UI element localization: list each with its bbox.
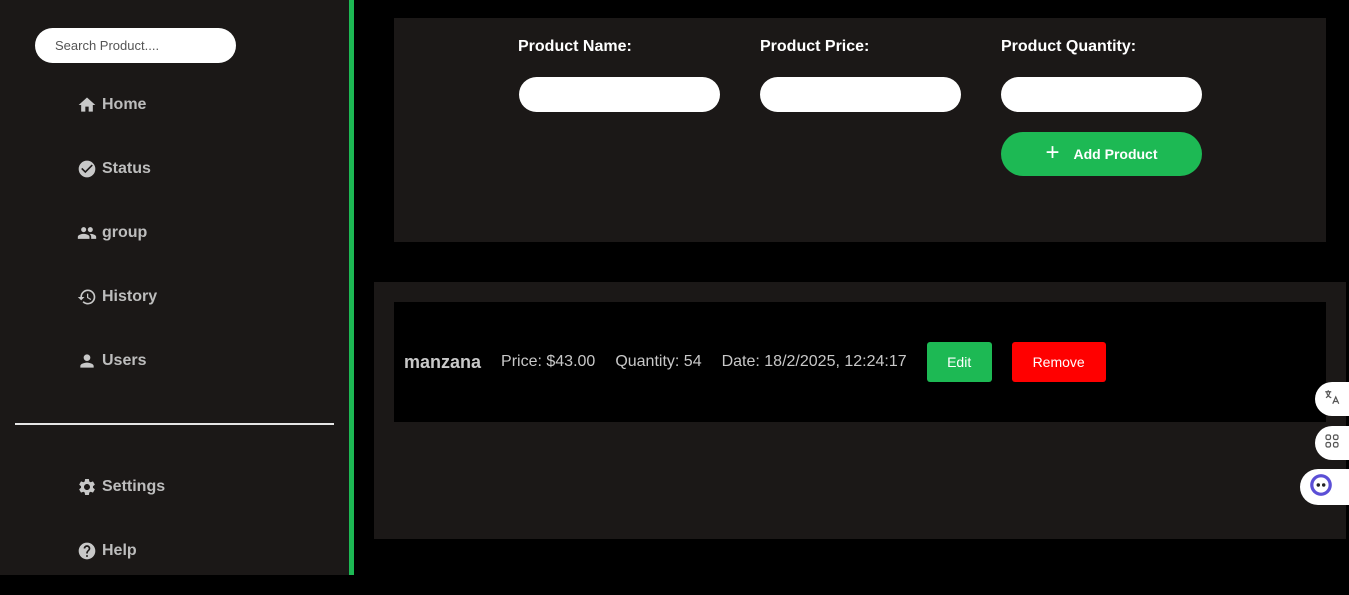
sidebar-item-home[interactable]: Home (76, 92, 146, 118)
check-circle-icon (76, 159, 97, 180)
translate-widget[interactable] (1315, 382, 1349, 416)
sidebar-item-users[interactable]: Users (76, 348, 146, 374)
add-product-form: Product Name: Product Price: Product Qua… (394, 18, 1326, 242)
sidebar-item-label: Users (102, 352, 147, 369)
product-quantity: Quantity: 54 (615, 353, 702, 370)
assistant-icon (1308, 472, 1334, 503)
product-price-input[interactable] (760, 77, 961, 112)
gear-icon (76, 477, 97, 498)
product-list: manzana Price: $43.00 Quantity: 54 Date:… (374, 282, 1346, 539)
sidebar-divider (15, 423, 334, 425)
product-name-label: Product Name: (518, 38, 632, 55)
sidebar-accent-border (349, 0, 354, 575)
edit-button[interactable]: Edit (926, 342, 992, 382)
product-price-label: Product Price: (760, 38, 870, 55)
sidebar-item-label: History (102, 288, 158, 305)
product-date: Date: 18/2/2025, 12:24:17 (721, 353, 907, 370)
remove-button[interactable]: Remove (1011, 342, 1106, 382)
product-name-input[interactable] (519, 77, 720, 112)
sidebar-item-label: Settings (102, 478, 166, 495)
sidebar-item-status[interactable]: Status (76, 156, 151, 182)
home-icon (76, 95, 97, 116)
add-product-button[interactable]: + Add Product (1001, 132, 1202, 176)
add-product-label: Add Product (1073, 146, 1158, 162)
history-icon (76, 287, 97, 308)
sidebar-item-label: Home (102, 96, 147, 113)
product-name: manzana (404, 351, 482, 372)
user-icon (76, 351, 97, 372)
assistant-widget[interactable] (1300, 469, 1349, 505)
sidebar-item-label: group (102, 224, 148, 241)
list-item: manzana Price: $43.00 Quantity: 54 Date:… (394, 302, 1326, 422)
sidebar-item-help[interactable]: Help (76, 538, 137, 564)
sidebar-item-label: Help (102, 542, 137, 559)
sidebar-item-group[interactable]: group (76, 220, 147, 246)
product-quantity-label: Product Quantity: (1001, 38, 1137, 55)
sidebar-item-settings[interactable]: Settings (76, 474, 165, 500)
product-quantity-input[interactable] (1001, 77, 1202, 112)
apps-icon (1323, 432, 1341, 455)
apps-widget[interactable] (1315, 426, 1349, 460)
plus-icon: + (1045, 138, 1060, 166)
help-icon (76, 541, 97, 562)
search-input[interactable] (35, 28, 236, 63)
group-icon (76, 223, 97, 244)
translate-icon (1323, 388, 1341, 411)
product-price: Price: $43.00 (501, 353, 596, 370)
sidebar: Home Status group History Users Settings (0, 0, 349, 575)
sidebar-item-label: Status (102, 160, 151, 177)
sidebar-item-history[interactable]: History (76, 284, 157, 310)
